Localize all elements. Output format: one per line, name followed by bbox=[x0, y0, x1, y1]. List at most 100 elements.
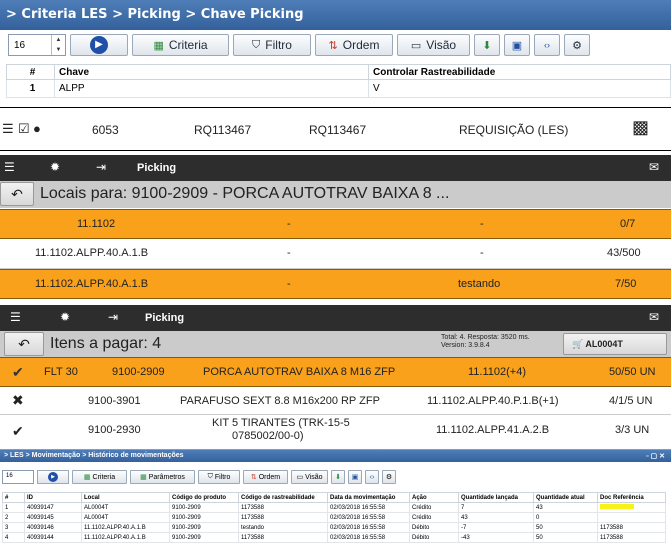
table-cell: AL0004T bbox=[81, 502, 170, 513]
table-cell: 1173588 bbox=[597, 522, 666, 533]
sort-icon: ⇅ bbox=[328, 39, 338, 52]
column-header[interactable]: Quantidade lançada bbox=[458, 492, 534, 503]
table-cell: 02/03/2018 16:55:58 bbox=[327, 512, 410, 523]
cart-button[interactable]: 🛒 AL0004T bbox=[563, 333, 667, 355]
filtro-button[interactable]: ⛉ Filtro bbox=[233, 34, 311, 56]
boxes-icon[interactable]: ▩ bbox=[632, 117, 649, 138]
location-row[interactable]: 11.1102.ALPP.40.A.1.B - - 43/500 bbox=[0, 239, 671, 269]
table-cell: -43 bbox=[458, 532, 534, 543]
table-header-row: # Chave Controlar Rastreabilidade bbox=[6, 64, 671, 80]
itens-panel: ☰ ✹ ⇥ Picking ✉ ↶ Itens a pagar: 4 Total… bbox=[0, 305, 671, 445]
run-button[interactable]: ▶ bbox=[70, 34, 128, 56]
item-location: 11.1102.ALPP.40.P.1.B(+1) bbox=[427, 395, 559, 407]
toolbar: 16 ▶ ▦ Criteria ▦ Parâmetros ⛉ Filtro ⇅ Orde… bbox=[2, 470, 396, 484]
requisition-row-panel[interactable]: ☰ ☑ ● 6053 RQ113467 RQ113467 REQUISIÇÃO … bbox=[0, 107, 671, 151]
run-button[interactable]: ▶ bbox=[37, 470, 69, 484]
item-qty: 3/3 UN bbox=[615, 424, 650, 436]
menu-icon[interactable]: ☰ bbox=[10, 310, 21, 324]
table-row[interactable]: 1 40939147 AL0004T 9100-2909 1173588 02/… bbox=[2, 502, 666, 513]
export-button[interactable]: ⬇ bbox=[474, 34, 500, 56]
menu-icon[interactable]: ☰ bbox=[4, 160, 15, 174]
play-icon: ▶ bbox=[90, 36, 108, 54]
list-icon[interactable]: ☰ bbox=[2, 121, 14, 137]
breadcrumb: > LES > Movimentação > Histórico de movi… bbox=[0, 450, 671, 462]
table-cell: 50 bbox=[533, 522, 598, 533]
table-cell: 4 bbox=[2, 532, 25, 543]
window-controls[interactable]: ▫▢✕ bbox=[646, 451, 667, 463]
settings-button[interactable]: ⚙ bbox=[564, 34, 590, 56]
criteria-button[interactable]: ▦ Criteria bbox=[132, 34, 229, 56]
gear-icon[interactable]: ✹ bbox=[60, 310, 70, 324]
column-header[interactable]: Ação bbox=[409, 492, 459, 503]
mail-icon[interactable]: ✉ bbox=[649, 160, 659, 174]
page-size-spinner[interactable]: 16 bbox=[2, 470, 34, 484]
visao-button[interactable]: ▭ Visão bbox=[291, 470, 328, 484]
visao-button[interactable]: ▭ Visão bbox=[397, 34, 470, 56]
column-header[interactable]: Data da movimentação bbox=[327, 492, 410, 503]
column-header[interactable]: Local bbox=[81, 492, 170, 503]
table-row[interactable]: 1 ALPP V bbox=[6, 79, 671, 98]
location-code: 11.1102.ALPP.40.A.1.B bbox=[35, 247, 149, 259]
export-button[interactable]: ⬇ bbox=[331, 470, 345, 484]
parametros-button[interactable]: ▦ Parâmetros bbox=[130, 470, 195, 484]
gear-icon[interactable]: ✹ bbox=[50, 160, 60, 174]
settings-button[interactable]: ⚙ bbox=[382, 470, 396, 484]
request-number: 6053 bbox=[92, 123, 119, 137]
column-header[interactable]: Doc Referência bbox=[597, 492, 666, 503]
item-row[interactable]: ✔ 9100-2930 KIT 5 TIRANTES (TRK-15-5 078… bbox=[0, 415, 671, 445]
table-cell: 11.1102.ALPP.40.A.1.B bbox=[81, 522, 170, 533]
column-header[interactable]: Controlar Rastreabilidade bbox=[368, 64, 671, 80]
criteria-button[interactable]: ▦ Criteria bbox=[72, 470, 127, 484]
table-cell: Crédito bbox=[409, 502, 459, 513]
column-header[interactable]: # bbox=[6, 64, 55, 80]
table-cell: 1173588 bbox=[597, 532, 666, 543]
column-header[interactable]: Código de rastreabilidade bbox=[238, 492, 328, 503]
save-button[interactable]: ▣ bbox=[504, 34, 530, 56]
wrench-icon: ⚙ bbox=[572, 39, 582, 52]
ordem-button[interactable]: ⇅ Ordem bbox=[243, 470, 288, 484]
page-title: Locais para: 9100-2909 - PORCA AUTOTRAV … bbox=[40, 185, 450, 202]
column-header[interactable]: ID bbox=[24, 492, 82, 503]
location-row[interactable]: 11.1102 - - 0/7 bbox=[0, 209, 671, 239]
app-bar: ☰ ✹ ⇥ Picking ✉ bbox=[0, 155, 671, 181]
grid-icon: ▦ bbox=[153, 39, 164, 52]
save-icon: ▣ bbox=[511, 39, 523, 52]
checkbox-icon[interactable]: ☑ bbox=[18, 121, 30, 137]
view-icon: ▭ bbox=[410, 39, 422, 52]
locais-panel: ☰ ✹ ⇥ Picking ✉ ↶ Locais para: 9100-2909… bbox=[0, 155, 671, 300]
item-row[interactable]: ✖ 9100-3901 PARAFUSO SEXT 8.8 M16x200 RP… bbox=[0, 387, 671, 415]
location-row[interactable]: 11.1102.ALPP.40.A.1.B - testando 7/50 bbox=[0, 269, 671, 299]
back-button[interactable]: ↶ bbox=[4, 332, 44, 356]
column-header[interactable]: Chave bbox=[54, 64, 369, 80]
item-qty: 50/50 UN bbox=[609, 366, 656, 378]
close-icon: ✖ bbox=[12, 392, 24, 408]
table-cell bbox=[597, 502, 666, 513]
back-button[interactable]: ↶ bbox=[0, 182, 34, 206]
spinner-arrows-icon[interactable]: ▲ ▼ bbox=[51, 35, 65, 55]
column-header[interactable]: # bbox=[2, 492, 25, 503]
response-total: Total: 4. Resposta: 3520 ms. bbox=[441, 334, 530, 341]
export-icon: ⬇ bbox=[482, 39, 492, 52]
table-cell: ALPP bbox=[54, 79, 369, 98]
user-icon[interactable]: ● bbox=[33, 121, 41, 136]
page-size-spinner[interactable]: 16 ▲ ▼ bbox=[8, 34, 66, 56]
response-info: Total: 4. Resposta: 3520 ms. Version: 3.… bbox=[441, 334, 530, 350]
location-col-b: - bbox=[480, 247, 484, 259]
table-row[interactable]: 3 40939146 11.1102.ALPP.40.A.1.B 9100-29… bbox=[2, 522, 666, 533]
logout-icon[interactable]: ⇥ bbox=[96, 160, 106, 174]
table-row[interactable]: 2 40939145 AL0004T 9100-2909 1173588 02/… bbox=[2, 512, 666, 523]
column-header[interactable]: Código do produto bbox=[169, 492, 239, 503]
item-code: 9100-3901 bbox=[88, 395, 141, 407]
column-header[interactable]: Quantidade atual bbox=[533, 492, 598, 503]
ordem-label: Ordem bbox=[258, 473, 281, 481]
ordem-button[interactable]: ⇅ Ordem bbox=[315, 34, 393, 56]
chave-table: # Chave Controlar Rastreabilidade 1 ALPP… bbox=[6, 64, 671, 98]
mail-icon[interactable]: ✉ bbox=[649, 310, 659, 324]
table-row[interactable]: 4 40939144 11.1102.ALPP.40.A.1.B 9100-29… bbox=[2, 532, 666, 543]
item-row[interactable]: ✔ FLT 30 9100-2909 PORCA AUTOTRAV BAIXA … bbox=[0, 357, 671, 387]
logout-icon[interactable]: ⇥ bbox=[108, 310, 118, 324]
save-button[interactable]: ▣ bbox=[348, 470, 362, 484]
filtro-button[interactable]: ⛉ Filtro bbox=[198, 470, 240, 484]
code-button[interactable]: ‹› bbox=[365, 470, 379, 484]
code-button[interactable]: ‹› bbox=[534, 34, 560, 56]
